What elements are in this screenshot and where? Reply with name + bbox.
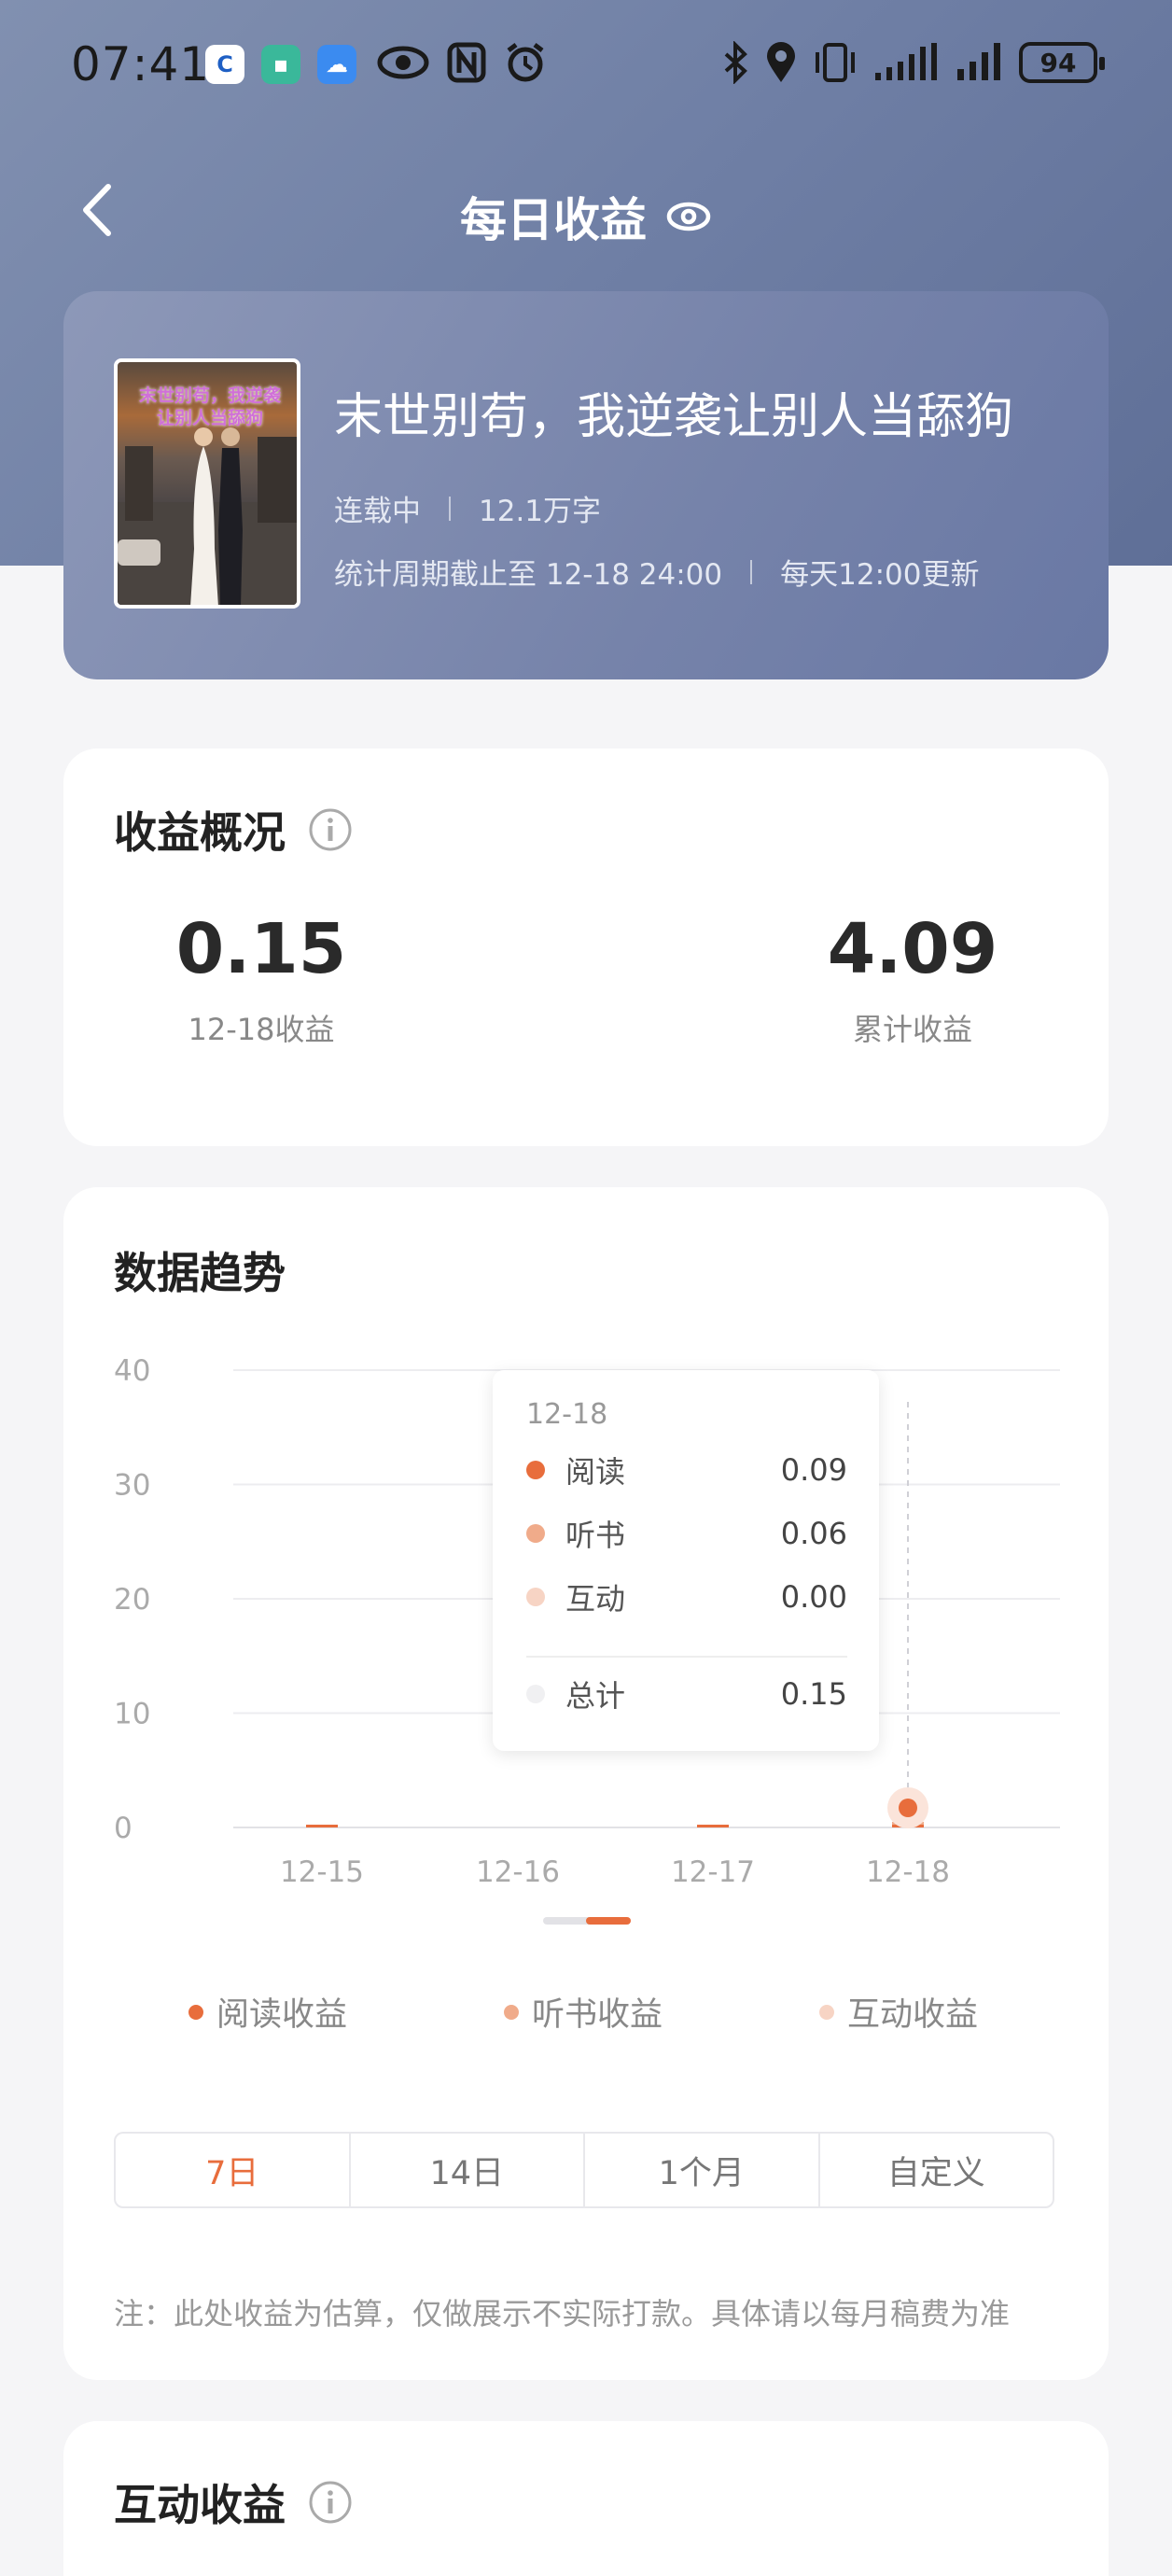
scroll-thumb: [586, 1917, 631, 1925]
tooltip-value: 0.09: [780, 1452, 847, 1488]
tooltip-row-reading: 阅读 0.09: [526, 1449, 847, 1491]
listening-dot: [526, 1524, 545, 1543]
total-dot: [526, 1685, 545, 1703]
estimate-note: 注：此处收益为估算，仅做展示不实际打款。具体请以每月稿费为准: [114, 2296, 1011, 2331]
legend-label: 互动收益: [847, 1996, 979, 2034]
legend-item-listening[interactable]: 听书收益: [504, 1988, 663, 2036]
x-tick-label: 12-17: [671, 1855, 755, 1889]
tooltip-date: 12-18: [526, 1398, 608, 1431]
tooltip-total-value: 0.15: [780, 1676, 847, 1712]
tab-7-days[interactable]: 7日: [116, 2134, 351, 2206]
tooltip-label: 听书: [565, 1518, 626, 1553]
legend-dot: [188, 2004, 203, 2020]
interaction-dot: [526, 1588, 545, 1606]
y-tick-label: 0: [114, 1812, 133, 1845]
interaction-title-text: 互动收益: [114, 2480, 286, 2530]
tooltip-value: 0.00: [780, 1579, 847, 1615]
tab-14-days[interactable]: 14日: [351, 2134, 585, 2206]
tooltip-label: 互动: [565, 1581, 626, 1617]
y-tick-label: 30: [114, 1469, 150, 1503]
y-tick-label: 40: [114, 1354, 150, 1388]
legend-item-interaction[interactable]: 互动收益: [819, 1988, 978, 2036]
interaction-earnings-card: 互动收益: [63, 2421, 1109, 2576]
legend-label: 阅读收益: [216, 1996, 348, 2034]
tab-1-month[interactable]: 1个月: [585, 2134, 820, 2206]
x-tick-label: 12-16: [476, 1855, 560, 1889]
legend-item-reading[interactable]: 阅读收益: [188, 1988, 347, 2036]
legend-dot: [504, 2004, 519, 2020]
range-selector: 7日 14日 1个月 自定义: [114, 2132, 1054, 2208]
tooltip-row-listening: 听书 0.06: [526, 1512, 847, 1555]
info-icon[interactable]: [308, 2480, 353, 2525]
y-tick-label: 10: [114, 1698, 150, 1731]
reading-dot: [526, 1461, 545, 1479]
tooltip-row-interaction: 互动 0.00: [526, 1575, 847, 1618]
interaction-title: 互动收益: [114, 2471, 353, 2533]
bar-reading: [306, 1825, 338, 1827]
tab-custom[interactable]: 自定义: [820, 2134, 1053, 2206]
highlight-point: [899, 1799, 917, 1817]
x-tick-label: 12-15: [280, 1855, 364, 1889]
tooltip-label: 阅读: [565, 1454, 626, 1490]
y-tick-label: 20: [114, 1583, 150, 1617]
x-tick-label: 12-18: [866, 1855, 950, 1889]
chart-tooltip: 12-18 阅读 0.09 听书 0.06 互动 0.00 总计 0.15: [493, 1370, 879, 1751]
bar-reading: [697, 1825, 729, 1827]
tooltip-value: 0.06: [780, 1516, 847, 1551]
tooltip-row-total: 总计 0.15: [526, 1673, 847, 1715]
tooltip-divider: [526, 1656, 847, 1658]
legend-dot: [819, 2004, 834, 2020]
tooltip-total-label: 总计: [565, 1678, 626, 1714]
legend-label: 听书收益: [532, 1996, 663, 2034]
